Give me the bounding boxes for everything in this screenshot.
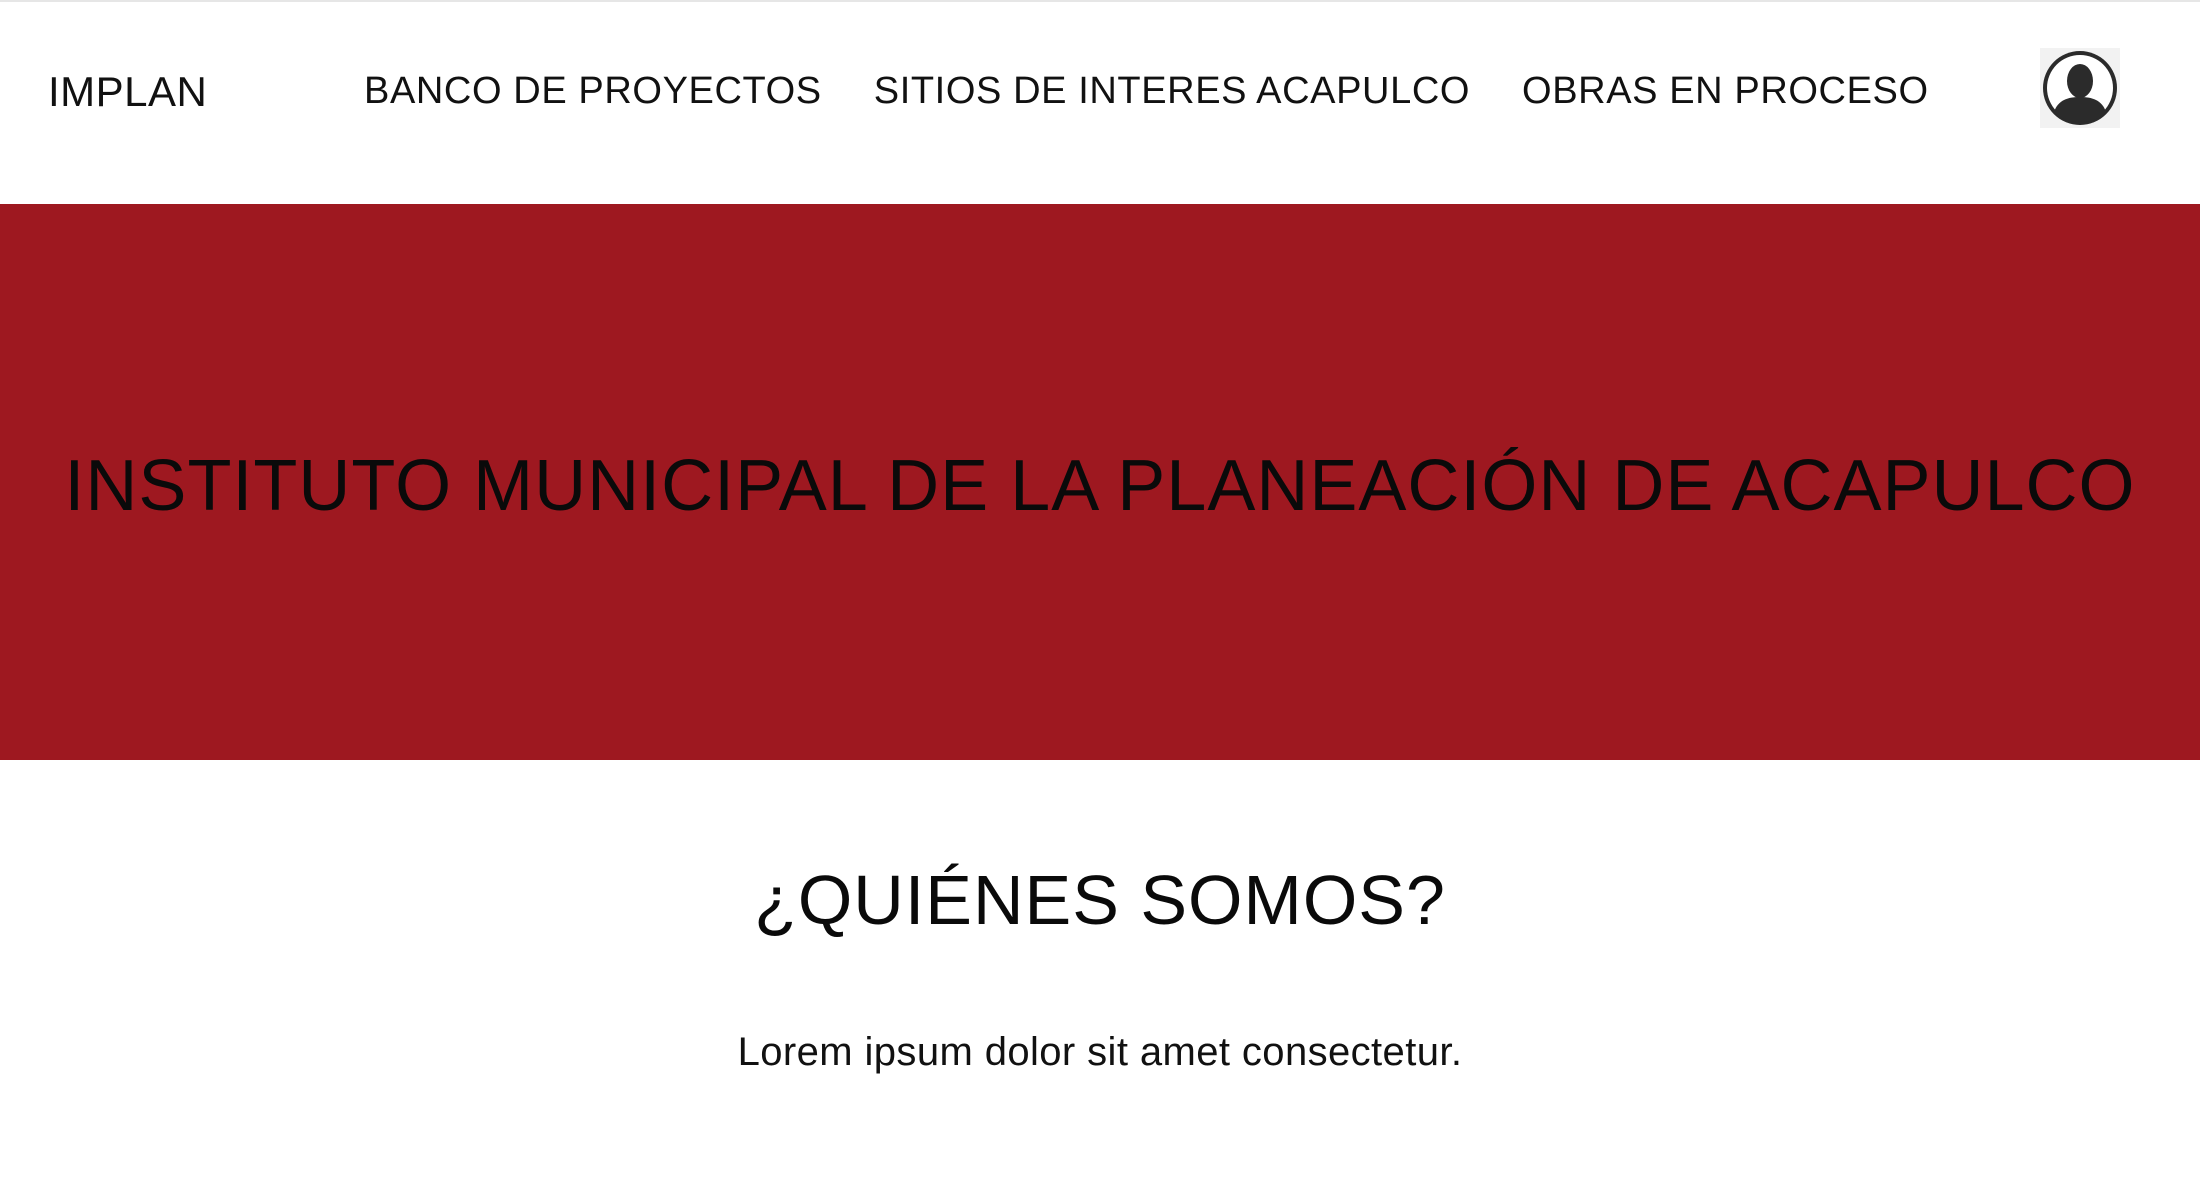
brand-link[interactable]: IMPLAN — [48, 68, 207, 116]
nav-link-sitios-de-interes[interactable]: SITIOS DE INTERES ACAPULCO — [874, 70, 1470, 113]
hero-title: INSTITUTO MUNICIPAL DE LA PLANEACIÓN DE … — [64, 446, 2136, 526]
user-avatar-icon — [2043, 51, 2117, 125]
hero-banner: INSTITUTO MUNICIPAL DE LA PLANEACIÓN DE … — [0, 204, 2200, 760]
navbar: IMPLAN BANCO DE PROYECTOS SITIOS DE INTE… — [0, 2, 2200, 204]
about-text: Lorem ipsum dolor sit amet consectetur. — [737, 1030, 1463, 1074]
nav-links: BANCO DE PROYECTOS SITIOS DE INTERES ACA… — [364, 70, 1929, 113]
page: IMPLAN BANCO DE PROYECTOS SITIOS DE INTE… — [0, 0, 2200, 1200]
user-avatar-button[interactable] — [2040, 48, 2120, 128]
nav-link-obras-en-proceso[interactable]: OBRAS EN PROCESO — [1522, 70, 1929, 113]
about-title: ¿QUIÉNES SOMOS? — [754, 861, 1446, 939]
nav-link-banco-de-proyectos[interactable]: BANCO DE PROYECTOS — [364, 70, 822, 113]
